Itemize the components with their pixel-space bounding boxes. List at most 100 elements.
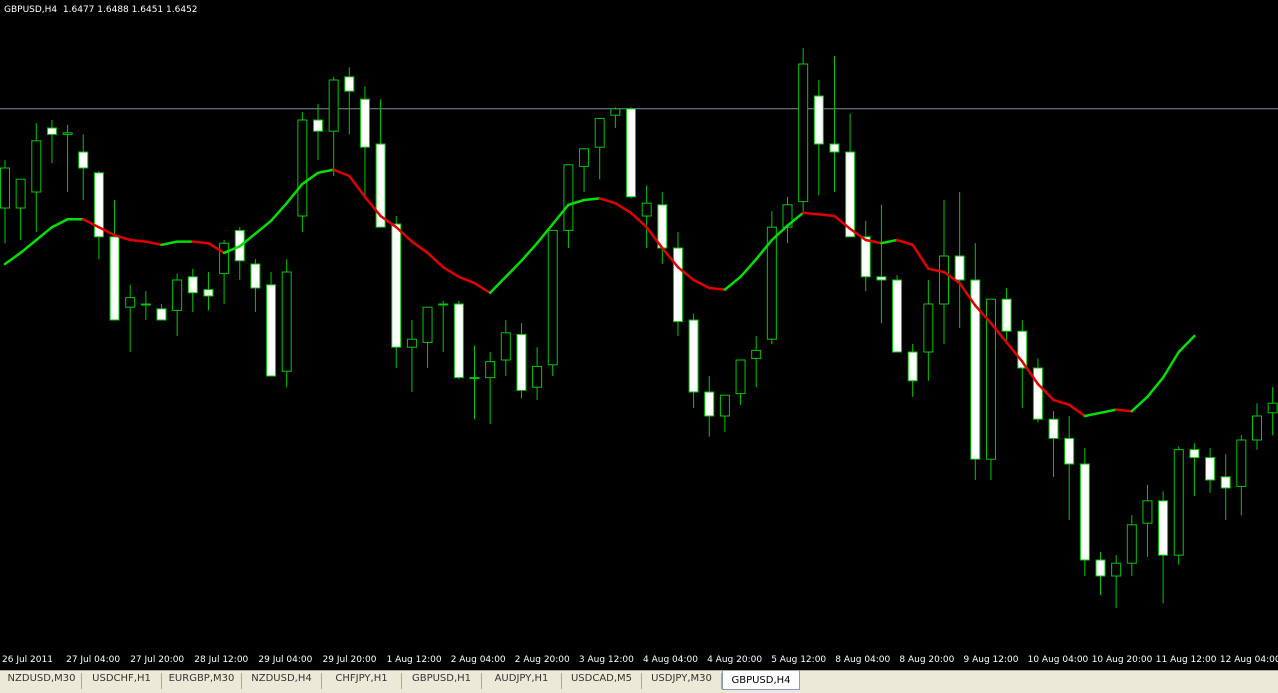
bull-candle — [438, 303, 449, 306]
bear-candle — [892, 279, 903, 353]
ma-segment — [520, 241, 539, 263]
x-tick-label: 2 Aug 04:00 — [450, 655, 506, 665]
bear-candle — [672, 247, 683, 323]
x-tick-label: 4 Aug 20:00 — [707, 655, 763, 665]
ma-segment — [457, 275, 476, 285]
ma-segment — [1146, 376, 1165, 399]
ma-segment — [1130, 395, 1149, 413]
bear-candle — [1064, 437, 1075, 465]
bull-candle — [219, 242, 230, 275]
chart-tab[interactable]: USDCHF,H1 — [82, 673, 162, 689]
bear-candle — [907, 351, 918, 382]
x-tick-label: 28 Jul 12:00 — [194, 655, 249, 665]
bear-candle — [1158, 500, 1169, 556]
chart-tab[interactable]: CHFJPY,H1 — [322, 673, 402, 689]
ma-segment — [128, 238, 148, 243]
ma-segment — [1083, 411, 1102, 418]
ma-segment — [332, 168, 351, 178]
chart-tab[interactable]: GBPUSD,H4 — [722, 671, 800, 690]
bull-candle — [751, 349, 762, 359]
x-tick-label: 29 Jul 04:00 — [258, 655, 313, 665]
bull-candle — [735, 359, 746, 395]
chart-tabs: NZDUSD,M30 USDCHF,H1 EURGBP,M30 NZDUSD,H4 CH… — [0, 670, 1278, 693]
bull-candle — [594, 117, 605, 148]
bear-candle — [845, 151, 856, 238]
bull-candle — [532, 365, 543, 388]
ma-segment — [598, 197, 617, 205]
chart-tab[interactable]: USDCAD,M5 — [562, 673, 642, 689]
bull-candle — [610, 108, 621, 116]
bull-candle — [31, 140, 42, 193]
ma-segment — [723, 275, 742, 291]
chart-tab[interactable]: GBPUSD,H1 — [402, 673, 482, 689]
ma-segment — [817, 213, 836, 218]
bear-candle — [313, 119, 323, 132]
bear-candle — [626, 108, 636, 198]
bear-candle — [46, 127, 57, 135]
bull-candle — [297, 119, 308, 217]
x-tick-label: 10 Aug 20:00 — [1091, 655, 1153, 665]
bear-candle — [1220, 476, 1231, 489]
bull-candle — [1173, 449, 1184, 556]
ma-segment — [504, 259, 523, 279]
bear-candle — [876, 276, 887, 281]
chart-tab[interactable]: NZDUSD,H4 — [242, 673, 322, 689]
ma-segment — [50, 217, 69, 229]
ma-segment — [1177, 334, 1196, 354]
chart-tab[interactable]: USDJPY,M30 — [642, 673, 722, 689]
bear-candle — [359, 98, 370, 148]
ma-segment — [488, 275, 508, 295]
x-tick-label: 26 Jul 2011 — [2, 655, 53, 665]
bear-candle — [829, 143, 840, 153]
bull-candle — [1236, 439, 1247, 487]
chart-tab[interactable]: AUDJPY,H1 — [482, 673, 562, 689]
bull-candle — [0, 167, 10, 209]
bear-candle — [109, 236, 120, 321]
bull-candle — [1126, 524, 1137, 564]
ma-segment — [441, 265, 461, 279]
bull-candle — [500, 332, 511, 361]
bear-candle — [1095, 559, 1106, 577]
price-chart[interactable] — [0, 0, 1278, 670]
x-tick-label: 8 Aug 20:00 — [899, 655, 955, 665]
bull-candle — [125, 297, 136, 308]
bull-candle — [140, 303, 151, 306]
bear-candle — [516, 333, 527, 391]
ma-segment — [1114, 408, 1134, 413]
ma-segment — [426, 251, 445, 269]
x-tick-label: 2 Aug 20:00 — [514, 655, 570, 665]
x-tick-label: 11 Aug 12:00 — [1155, 655, 1217, 665]
bear-candle — [813, 95, 824, 145]
ma-segment — [473, 281, 492, 295]
bear-candle — [1032, 367, 1043, 420]
ma-segment — [3, 251, 22, 266]
ma-segment — [801, 211, 821, 216]
bear-candle — [1001, 298, 1012, 332]
bull-candle — [406, 338, 417, 348]
ma-segment — [160, 240, 179, 247]
bear-candle — [704, 391, 715, 417]
chart-window[interactable]: GBPUSD,H4 1.6477 1.6488 1.6451 1.6452 26… — [0, 0, 1278, 670]
x-tick-label: 27 Jul 04:00 — [66, 655, 121, 665]
ma-segment — [739, 257, 758, 279]
ma-segment — [1052, 398, 1071, 407]
ma-segment — [895, 238, 914, 247]
bull-candle — [172, 279, 183, 311]
bear-candle — [203, 289, 214, 297]
bull-candle — [923, 303, 934, 353]
bull-candle — [422, 306, 433, 343]
x-tick-label: 1 Aug 12:00 — [386, 655, 442, 665]
bull-candle — [939, 255, 949, 305]
ma-segment — [410, 240, 429, 255]
bull-candle — [1252, 415, 1262, 441]
bull-candle — [579, 148, 590, 167]
ma-segment — [144, 240, 163, 247]
bull-candle — [485, 361, 496, 379]
chart-tab[interactable]: EURGBP,M30 — [162, 673, 242, 689]
bull-candle — [719, 394, 730, 417]
x-tick-label: 9 Aug 12:00 — [963, 655, 1019, 665]
bear-candle — [657, 204, 668, 249]
chart-tab[interactable]: NZDUSD,M30 — [2, 673, 82, 689]
bull-candle — [563, 164, 574, 231]
bear-candle — [954, 255, 965, 281]
